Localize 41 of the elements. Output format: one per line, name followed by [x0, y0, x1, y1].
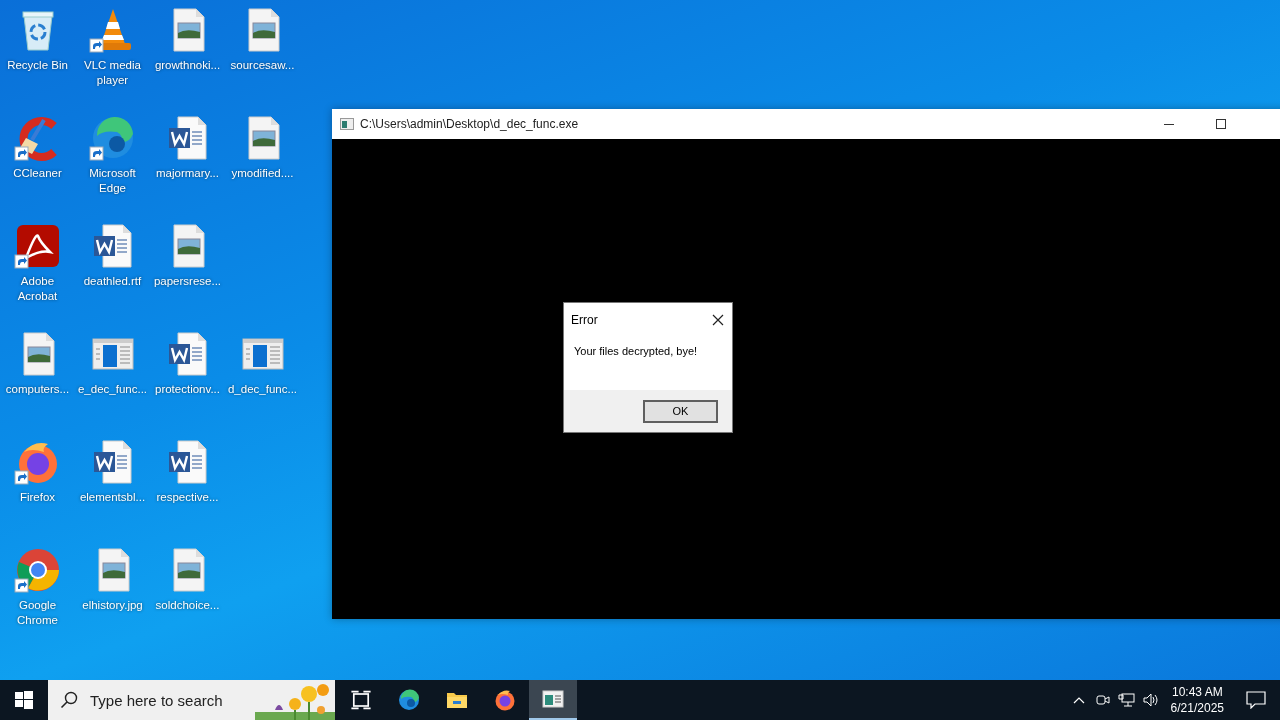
desktop-icon-label[interactable]: Recycle Bin	[0, 58, 75, 73]
desktop-icon-label[interactable]: sourcesaw...	[225, 58, 300, 73]
search-field[interactable]: Type here to search	[88, 690, 242, 710]
desktop-icon-label[interactable]: Firefox	[0, 490, 75, 505]
desktop-icon-label[interactable]: computers...	[0, 382, 75, 397]
edge-icon	[397, 688, 421, 712]
maximize-icon	[1216, 119, 1226, 129]
clock[interactable]: 10:43 AM 6/21/2025	[1162, 684, 1232, 716]
desktop-icon-label[interactable]: Google Chrome	[0, 598, 75, 628]
ok-button[interactable]: OK	[643, 399, 718, 423]
windows-logo-icon	[15, 691, 33, 709]
dialog-message: Your files decrypted, bye!	[573, 344, 699, 359]
desktop-icon-label[interactable]: protectionv...	[150, 382, 225, 397]
taskbar-app-button[interactable]	[529, 680, 577, 720]
chrome-icon[interactable]	[13, 546, 62, 594]
search-icon	[60, 691, 78, 709]
task-view-icon	[349, 688, 373, 712]
desktop-icon-label[interactable]: CCleaner	[0, 166, 75, 181]
window-title: C:\Users\admin\Desktop\d_dec_func.exe	[360, 117, 580, 131]
desktop-icon-label[interactable]: soldchoice...	[150, 598, 225, 613]
desktop-icon-label[interactable]: ymodified....	[225, 166, 300, 181]
acrobat-icon[interactable]	[13, 222, 62, 270]
desktop-icon-label[interactable]: Microsoft Edge	[75, 166, 150, 196]
desktop-icon-label[interactable]: VLC media player	[75, 58, 150, 88]
desktop-icon-label[interactable]: growthnoki...	[150, 58, 225, 73]
close-icon	[712, 314, 724, 326]
console-window-icon	[541, 687, 565, 711]
console-window-icon	[340, 118, 354, 130]
desktop-icon-label[interactable]: elementsbl...	[75, 490, 150, 505]
firefox-icon	[493, 688, 517, 712]
desktop-icon-label[interactable]: d_dec_func...	[225, 382, 300, 397]
dialog-title: Error	[571, 313, 598, 327]
search-bar[interactable]: Type here to search	[48, 680, 335, 720]
close-button[interactable]	[710, 312, 726, 328]
desktop-icon-label[interactable]: majormary...	[150, 166, 225, 181]
desktop-icon-label[interactable]: deathled.rtf	[75, 274, 150, 289]
desktop-icon-label[interactable]: elhistory.jpg	[75, 598, 150, 613]
desktop-icon-label[interactable]: Adobe Acrobat	[0, 274, 75, 304]
desktop-icon-label[interactable]: papersrese...	[150, 274, 225, 289]
desktop-icon-label[interactable]: e_dec_func...	[75, 382, 150, 397]
desktop-icon-label[interactable]: respective...	[150, 490, 225, 505]
